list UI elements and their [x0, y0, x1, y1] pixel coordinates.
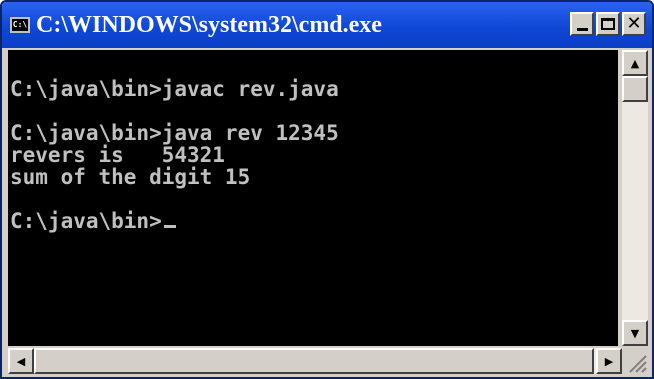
- vertical-scrollbar[interactable]: ▲ ▼: [622, 50, 648, 346]
- close-button[interactable]: ✕: [622, 12, 646, 36]
- cmd-icon-label: C:\: [12, 20, 28, 29]
- scroll-right-button[interactable]: ▶: [596, 348, 622, 374]
- down-arrow-icon: ▼: [630, 326, 640, 340]
- scroll-left-button[interactable]: ◀: [8, 348, 34, 374]
- console-output[interactable]: C:\java\bin>javac rev.java C:\java\bin>j…: [8, 50, 618, 346]
- maximize-icon: [601, 18, 615, 30]
- console-window: C:\ C:\WINDOWS\system32\cmd.exe ✕ C:\jav…: [0, 0, 654, 379]
- maximize-button[interactable]: [596, 12, 620, 36]
- console-line: revers is 54321: [10, 143, 225, 167]
- up-arrow-icon: ▲: [630, 56, 640, 70]
- title-controls: ✕: [570, 12, 646, 36]
- minimize-button[interactable]: [570, 12, 594, 36]
- horizontal-scroll-thumb[interactable]: [34, 348, 594, 374]
- vertical-scroll-thumb[interactable]: [622, 76, 648, 102]
- prompt-text: C:\java\bin>: [10, 209, 162, 233]
- scroll-up-button[interactable]: ▲: [622, 50, 648, 76]
- prompt-line: C:\java\bin>: [10, 210, 616, 232]
- cmd-icon[interactable]: C:\: [10, 17, 30, 33]
- right-arrow-icon: ▶: [604, 354, 614, 368]
- horizontal-scrollbar[interactable]: ◀ ▶: [8, 348, 622, 374]
- console-line: C:\java\bin>javac rev.java: [10, 77, 339, 101]
- console-line: C:\java\bin>java rev 12345: [10, 121, 339, 145]
- resize-grip-icon[interactable]: [622, 348, 648, 374]
- scroll-down-button[interactable]: ▼: [622, 320, 648, 346]
- text-cursor: [163, 225, 176, 228]
- window-title: C:\WINDOWS\system32\cmd.exe: [36, 11, 382, 38]
- close-icon: ✕: [626, 13, 642, 34]
- minimize-icon: [576, 27, 588, 31]
- title-bar[interactable]: C:\ C:\WINDOWS\system32\cmd.exe ✕: [2, 2, 652, 48]
- console-line: sum of the digit 15: [10, 165, 251, 189]
- left-arrow-icon: ◀: [16, 354, 26, 368]
